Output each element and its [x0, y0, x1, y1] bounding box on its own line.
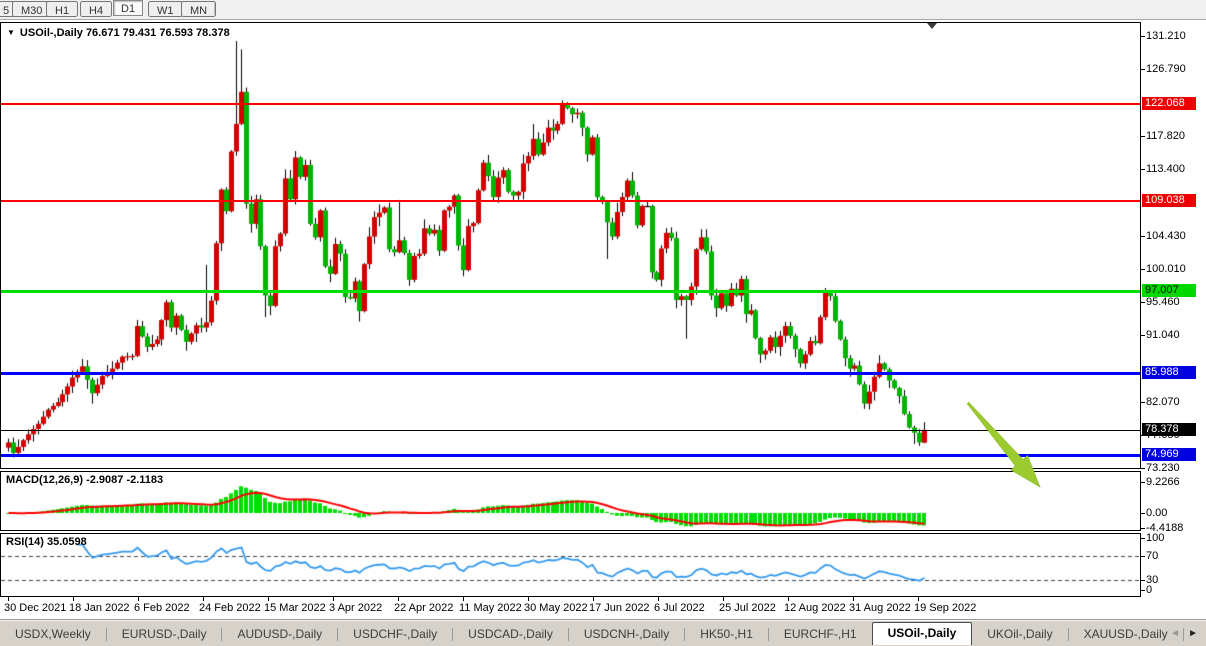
price-axis-label: 100.010	[1146, 263, 1186, 275]
symbol-tab-audusd-daily[interactable]: AUDUSD-,Daily	[222, 624, 337, 644]
date-axis-label: 19 Sep 2022	[914, 602, 976, 614]
rsi-indicator-label: RSI(14) 35.0598	[6, 536, 87, 548]
rsi-axis-tick	[1141, 590, 1145, 591]
horizontal-level-line[interactable]	[1, 200, 1140, 202]
horizontal-level-line[interactable]	[1, 430, 1140, 431]
price-axis-label: 82.070	[1146, 396, 1180, 408]
date-axis-label: 30 Dec 2021	[4, 602, 66, 614]
symbol-tab-usdchf-daily[interactable]: USDCHF-,Daily	[338, 624, 452, 644]
rsi-axis-tick	[1141, 538, 1145, 539]
price-level-badge: 78.378	[1142, 423, 1196, 436]
date-axis-label: 17 Jun 2022	[589, 602, 650, 614]
symbol-tab-hk50-h1[interactable]: HK50-,H1	[685, 624, 768, 644]
date-axis-label: 3 Apr 2022	[329, 602, 382, 614]
chart-canvas[interactable]	[0, 0, 1141, 646]
date-axis-tick	[398, 597, 399, 601]
trading-platform-window: 5 M30 H1 H4 D1 W1 MN 122.068109.03897.00…	[0, 0, 1206, 646]
symbol-tab-bar: USDX,WeeklyEURUSD-,DailyAUDUSD-,DailyUSD…	[0, 619, 1206, 646]
rsi-axis-tick	[1141, 580, 1145, 581]
price-axis-label: 113.400	[1146, 163, 1185, 175]
symbol-tab-usoil-daily[interactable]: USOil-,Daily	[872, 622, 973, 645]
price-level-badge: 109.038	[1142, 194, 1196, 207]
price-axis-label: 104.430	[1146, 230, 1186, 242]
date-axis-label: 15 Mar 2022	[264, 602, 326, 614]
date-axis-tick	[8, 597, 9, 601]
horizontal-level-line[interactable]	[1, 103, 1140, 105]
tab-scroll-right-icon[interactable]: ►	[1188, 628, 1198, 640]
symbol-tab-eurchf-h1[interactable]: EURCHF-,H1	[769, 624, 872, 644]
collapse-icon[interactable]: ▼	[7, 28, 15, 37]
chart-title-text: USOil-,Daily 76.671 79.431 76.593 78.378	[20, 27, 230, 39]
price-axis-tick	[1141, 302, 1145, 303]
macd-axis-label: 0.00	[1146, 507, 1167, 519]
macd-axis-tick	[1141, 482, 1145, 483]
rsi-axis-label: 100	[1146, 532, 1164, 544]
tab-scroll-left-icon[interactable]: ◄	[1170, 628, 1180, 640]
price-axis-label: 73.230	[1146, 462, 1180, 474]
price-axis-label: 126.790	[1146, 63, 1186, 75]
price-axis-tick	[1141, 169, 1145, 170]
date-axis-tick	[333, 597, 334, 601]
price-axis-tick	[1141, 269, 1145, 270]
symbol-tab-usdx-weekly[interactable]: USDX,Weekly	[0, 624, 106, 644]
date-axis-tick	[268, 597, 269, 601]
date-axis-label: 18 Jan 2022	[69, 602, 130, 614]
symbol-tab-xauusd-daily[interactable]: XAUUSD-,Daily	[1069, 624, 1183, 644]
date-axis-label: 12 Aug 2022	[784, 602, 846, 614]
price-level-badge: 85.988	[1142, 366, 1196, 379]
horizontal-level-line[interactable]	[1, 454, 1140, 457]
date-axis-tick	[788, 597, 789, 601]
date-axis-tick	[463, 597, 464, 601]
rsi-axis-label: 0	[1146, 584, 1152, 596]
price-axis-tick	[1141, 335, 1145, 336]
date-axis-tick	[593, 597, 594, 601]
date-axis-tick	[853, 597, 854, 601]
date-axis-label: 25 Jul 2022	[719, 602, 776, 614]
symbol-tab-ukoil-daily[interactable]: UKOil-,Daily	[972, 624, 1067, 644]
tab-separator	[1183, 628, 1184, 641]
price-level-badge: 122.068	[1142, 97, 1196, 110]
date-axis-tick	[528, 597, 529, 601]
date-axis-tick	[203, 597, 204, 601]
price-axis-tick	[1141, 402, 1145, 403]
date-axis-label: 24 Feb 2022	[199, 602, 261, 614]
symbol-tab-usdcad-daily[interactable]: USDCAD-,Daily	[453, 624, 568, 644]
price-axis-label: 91.040	[1146, 329, 1180, 341]
rsi-axis-tick	[1141, 556, 1145, 557]
price-axis-tick	[1141, 136, 1145, 137]
date-axis-label: 6 Jul 2022	[654, 602, 705, 614]
price-axis-label: 117.820	[1146, 130, 1185, 142]
symbol-tab-eurusd-daily[interactable]: EURUSD-,Daily	[107, 624, 222, 644]
date-axis-tick	[918, 597, 919, 601]
date-axis-tick	[658, 597, 659, 601]
date-axis-label: 31 Aug 2022	[849, 602, 911, 614]
date-axis-label: 30 May 2022	[524, 602, 588, 614]
horizontal-level-line[interactable]	[1, 372, 1140, 375]
date-axis-label: 6 Feb 2022	[134, 602, 190, 614]
date-axis-label: 22 Apr 2022	[394, 602, 453, 614]
rsi-axis-label: 70	[1146, 550, 1158, 562]
price-level-badge: 74.969	[1142, 448, 1196, 461]
price-level-badge: 97.007	[1142, 284, 1196, 297]
macd-indicator-label: MACD(12,26,9) -2.9087 -2.1183	[6, 474, 163, 486]
chart-shift-marker-icon[interactable]	[927, 23, 937, 29]
date-axis-label: 11 May 2022	[459, 602, 522, 614]
chart-title: ▼ USOil-,Daily 76.671 79.431 76.593 78.37…	[7, 27, 230, 39]
macd-axis-tick	[1141, 513, 1145, 514]
macd-axis-label: 9.2266	[1146, 476, 1180, 488]
date-axis-tick	[73, 597, 74, 601]
price-axis-tick	[1141, 236, 1145, 237]
price-axis-tick	[1141, 36, 1145, 37]
symbol-tab-usdcnh-daily[interactable]: USDCNH-,Daily	[569, 624, 684, 644]
price-axis-label: 95.460	[1146, 296, 1180, 308]
horizontal-level-line[interactable]	[1, 290, 1140, 293]
price-axis-tick	[1141, 468, 1145, 469]
price-axis-tick	[1141, 69, 1145, 70]
macd-axis-tick	[1141, 528, 1145, 529]
date-axis-tick	[723, 597, 724, 601]
price-axis-label: 131.210	[1146, 30, 1186, 42]
date-axis-tick	[138, 597, 139, 601]
